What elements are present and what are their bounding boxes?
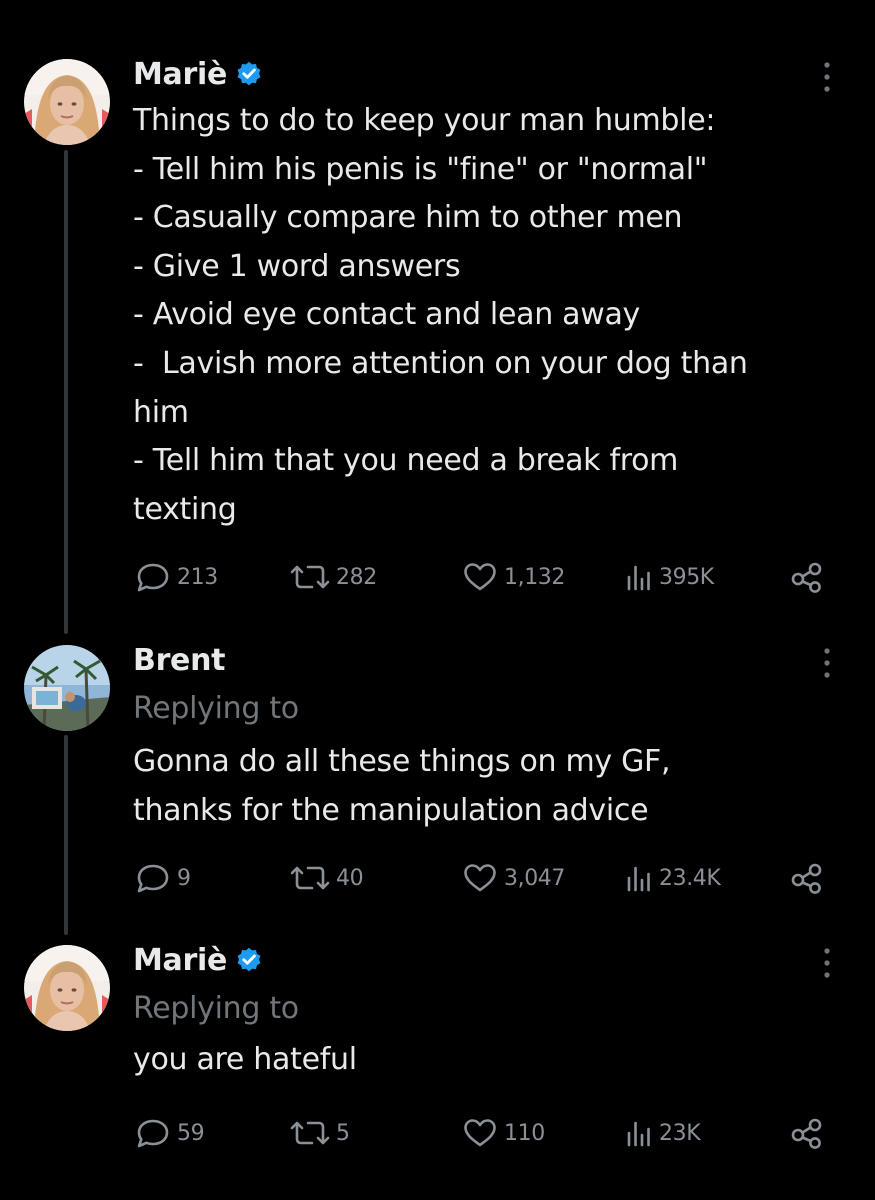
like-button[interactable]: 110 — [460, 1113, 545, 1153]
avatar[interactable] — [24, 59, 110, 145]
share-icon — [791, 562, 822, 593]
tweet-text-line: - Give 1 word answers — [133, 248, 461, 284]
reply-count: 9 — [177, 865, 191, 891]
tweet-text-line: texting — [133, 491, 237, 527]
share-icon — [791, 863, 822, 894]
share-button[interactable] — [790, 561, 824, 597]
like-count: 3,047 — [504, 865, 565, 891]
reply-count: 59 — [177, 1120, 205, 1146]
tweet-text-line: Gonna do all these things on my GF, — [133, 744, 671, 779]
reply-count: 213 — [177, 564, 218, 590]
thread-connector-line — [64, 735, 68, 935]
heart-icon — [464, 864, 496, 892]
views-button[interactable]: 23K — [623, 1113, 701, 1153]
repost-count: 40 — [336, 865, 364, 891]
like-count: 110 — [504, 1120, 545, 1146]
like-button[interactable]: 1,132 — [460, 557, 565, 597]
avatar[interactable] — [24, 645, 110, 731]
views-icon — [627, 866, 650, 892]
author-name[interactable]: Mariè — [133, 57, 227, 92]
repost-button[interactable]: 5 — [288, 1113, 350, 1153]
tweet-text-line: Things to do to keep your man humble: — [133, 103, 716, 138]
view-count: 23.4K — [659, 865, 721, 891]
verified-badge-icon — [235, 60, 263, 88]
tweet-text: Gonna do all these things on my GF, than… — [133, 738, 833, 835]
reply-button[interactable]: 9 — [133, 858, 191, 898]
replying-to-label: Replying to — [133, 691, 299, 726]
tweet-text-line: - Tell him his penis is "fine" or "norma… — [133, 151, 708, 187]
share-button[interactable] — [790, 1117, 824, 1153]
views-icon — [627, 1121, 650, 1147]
more-options-icon[interactable] — [821, 60, 833, 94]
reply-button[interactable]: 213 — [133, 557, 218, 597]
tweet-text-line: - Avoid eye contact and lean away — [133, 297, 641, 333]
reply-icon — [137, 1119, 169, 1148]
views-button[interactable]: 395K — [623, 557, 714, 597]
tweet-text-line: - Casually compare him to other men — [133, 200, 683, 236]
reply-button[interactable]: 59 — [133, 1113, 205, 1153]
reply-icon — [137, 864, 169, 893]
repost-count: 5 — [336, 1120, 350, 1146]
replying-to-label: Replying to — [133, 991, 299, 1026]
heart-icon — [464, 1119, 496, 1147]
author-name[interactable]: Mariè — [133, 943, 227, 978]
verified-badge-icon — [235, 946, 263, 974]
tweet-text: you are hateful — [133, 1036, 833, 1085]
share-icon — [791, 1118, 822, 1149]
tweet-text: Things to do to keep your man humble: - … — [133, 97, 833, 534]
views-button[interactable]: 23.4K — [623, 858, 721, 898]
tweet-actions: 9 40 3,047 23.4K — [133, 858, 833, 898]
share-button[interactable] — [790, 862, 824, 898]
tweet-header: Brent — [133, 640, 833, 680]
thread-connector-line — [64, 150, 68, 634]
repost-button[interactable]: 282 — [288, 557, 377, 597]
more-options-icon[interactable] — [821, 646, 833, 680]
tweet-header: Mariè — [133, 54, 833, 94]
repost-icon — [290, 866, 330, 890]
tweet-text-line: you are hateful — [133, 1042, 357, 1077]
view-count: 395K — [659, 564, 714, 590]
views-icon — [627, 565, 650, 591]
like-button[interactable]: 3,047 — [460, 858, 565, 898]
reply-icon — [137, 563, 169, 592]
tweet-text-line: thanks for the manipulation advice — [133, 792, 649, 828]
tweet-actions: 213 282 1,132 395K — [133, 557, 833, 597]
tweet-text-line: - Lavish more attention on your dog than — [133, 345, 748, 381]
repost-icon — [290, 565, 330, 589]
repost-icon — [290, 1121, 330, 1145]
more-options-icon[interactable] — [821, 946, 833, 980]
view-count: 23K — [659, 1120, 701, 1146]
repost-button[interactable]: 40 — [288, 858, 364, 898]
avatar[interactable] — [24, 945, 110, 1031]
tweet-header: Mariè — [133, 940, 833, 980]
heart-icon — [464, 563, 496, 591]
like-count: 1,132 — [504, 564, 565, 590]
tweet-actions: 59 5 110 23K — [133, 1113, 833, 1153]
tweet-text-line: - Tell him that you need a break from — [133, 443, 679, 479]
author-name[interactable]: Brent — [133, 643, 226, 678]
tweet-text-line: him — [133, 394, 189, 430]
repost-count: 282 — [336, 564, 377, 590]
